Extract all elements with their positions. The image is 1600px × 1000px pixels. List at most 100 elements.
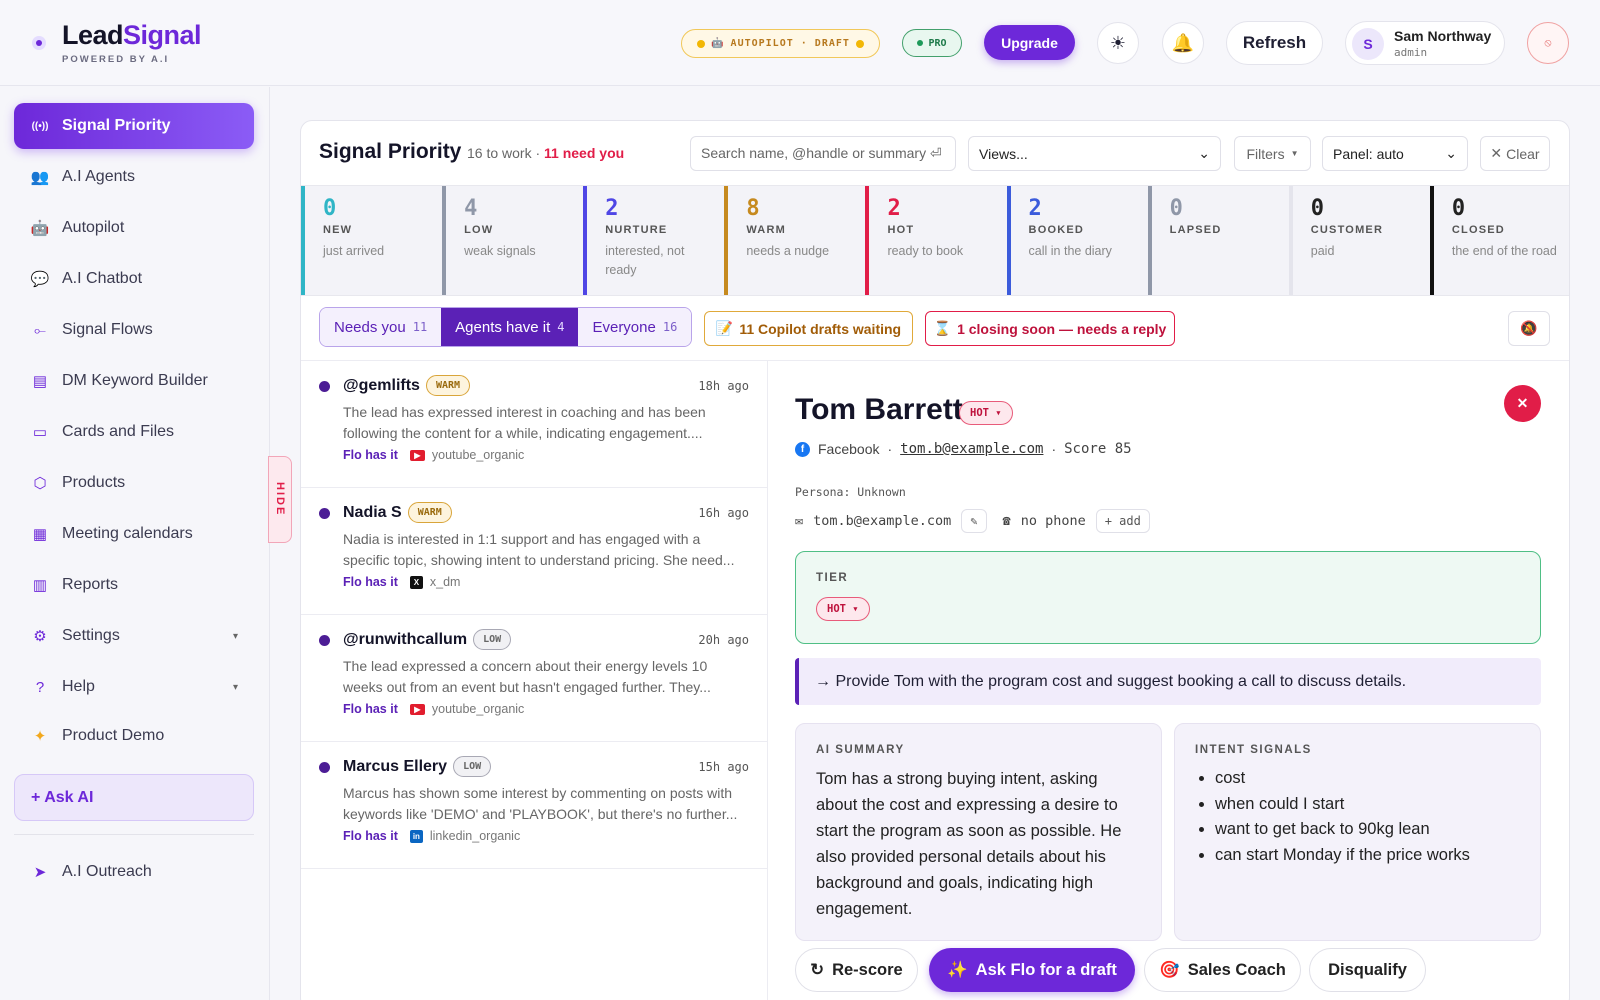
add-phone-button[interactable]: + add <box>1095 509 1150 533</box>
sidebar-item-settings[interactable]: ⚙ Settings ▾ <box>14 613 254 659</box>
copilot-drafts-button[interactable]: 📝 11 Copilot drafts waiting <box>704 311 913 346</box>
closing-soon-button[interactable]: ⌛ 1 closing soon — needs a reply <box>925 311 1175 346</box>
user-menu[interactable]: S Sam Northway admin <box>1345 21 1505 65</box>
lead-name: Tom Barrett <box>795 393 963 426</box>
sidebar-item-signal-priority[interactable]: ((•)) Signal Priority <box>14 103 254 149</box>
list-item[interactable]: @gemlifts WARM 18h ago The lead has expre… <box>301 361 767 488</box>
disqualify-button[interactable]: Disqualify <box>1309 948 1426 992</box>
tier-card: TIER HOT ▾ <box>795 551 1541 644</box>
users-icon: 👥 <box>30 169 50 186</box>
sidebar-item-reports[interactable]: ▥ Reports <box>14 562 254 608</box>
mute-alerts-button[interactable]: 🔕 <box>1508 311 1550 346</box>
memo-icon: 📝 <box>715 320 734 336</box>
close-icon: ✕ <box>1516 395 1529 411</box>
segment-agents-have-it[interactable]: Agents have it 4 <box>441 308 579 346</box>
flow-icon: ⟜ <box>33 321 46 339</box>
tier-dropdown[interactable]: HOT ▾ <box>959 401 1013 425</box>
stage-lapsed[interactable]: 0 LAPSED <box>1147 186 1289 295</box>
unread-dot-icon <box>319 508 330 519</box>
stage-closed[interactable]: 0 CLOSED the end of the road <box>1429 186 1569 295</box>
robot-icon: 🤖 <box>711 38 725 49</box>
sidebar-item-meeting-calendars[interactable]: ▦ Meeting calendars <box>14 511 254 557</box>
intent-signal: cost <box>1215 766 1520 792</box>
stage-new[interactable]: 0 NEW just arrived <box>301 186 442 295</box>
clear-button[interactable]: ✕ Clear <box>1480 136 1550 171</box>
stage-low[interactable]: 4 LOW weak signals <box>442 186 583 295</box>
theme-toggle-button[interactable]: ☀ <box>1097 22 1139 64</box>
status-dot-icon <box>697 39 706 48</box>
sidebar-item-product-demo[interactable]: ✦ Product Demo <box>14 713 254 759</box>
pencil-icon: ✎ <box>970 514 978 528</box>
notifications-button[interactable]: 🔔 <box>1162 22 1204 64</box>
panel-select[interactable]: Panel: auto ⌄ <box>1322 136 1468 171</box>
brand-logo[interactable]: LeadSignal <box>62 20 202 51</box>
stage-customer[interactable]: 0 CUSTOMER paid <box>1288 186 1430 295</box>
autopilot-status-badge[interactable]: 🤖 AUTOPILOT · DRAFT <box>681 29 880 58</box>
chat-icon: 💬 <box>30 271 50 288</box>
tier-badge: WARM <box>425 375 471 396</box>
chevron-down-icon: ⌄ <box>1198 145 1210 161</box>
tier-badge: LOW <box>453 756 492 777</box>
ask-ai-button[interactable]: + Ask AI <box>14 774 254 821</box>
document-icon: ▤ <box>32 373 48 390</box>
caret-down-icon: ▼ <box>1290 149 1299 158</box>
stop-icon: ⦸ <box>1544 36 1552 49</box>
signal-priority-panel: Signal Priority 16 to work · 11 need you… <box>300 120 1570 1000</box>
sidebar-item-cards-and-files[interactable]: ▭ Cards and Files <box>14 409 254 455</box>
segment-needs-you[interactable]: Needs you 11 <box>320 308 442 346</box>
search-input[interactable]: Search name, @handle or summary ⏎ <box>690 136 956 171</box>
list-item[interactable]: @runwithcallum LOW 20h ago The lead expre… <box>301 615 767 742</box>
views-select[interactable]: Views... ⌄ <box>968 136 1221 171</box>
list-item[interactable]: Marcus Ellery LOW 15h ago Marcus has show… <box>301 742 767 869</box>
sidebar-item-help[interactable]: ? Help ▾ <box>14 664 254 710</box>
send-icon: ➤ <box>33 864 47 881</box>
facebook-icon: f <box>795 441 810 457</box>
phone-icon: ☎ <box>1002 513 1011 529</box>
work-summary: 16 to work · 11 need you <box>467 145 625 161</box>
intent-signal: can start Monday if the price works <box>1215 843 1520 869</box>
brand-tagline: POWERED BY A.I <box>62 54 170 65</box>
edit-email-button[interactable]: ✎ <box>961 509 987 533</box>
user-role: admin <box>1394 46 1428 59</box>
list-item[interactable]: Nadia S WARM 16h ago Nadia is interested … <box>301 488 767 615</box>
refresh-button[interactable]: Refresh <box>1226 21 1323 65</box>
lead-score: Score 85 <box>1064 441 1132 457</box>
stop-button[interactable]: ⦸ <box>1527 22 1569 64</box>
upgrade-button[interactable]: Upgrade <box>984 25 1075 60</box>
sidebar-item-products[interactable]: ⬡ Products <box>14 460 254 506</box>
persona: Persona: Unknown <box>795 485 906 499</box>
stage-nurture[interactable]: 2 NURTURE interested, not ready <box>583 186 724 295</box>
chevron-down-icon: ▾ <box>232 630 238 642</box>
pro-badge: PRO <box>902 29 962 57</box>
lead-meta: f Facebook · tom.b@example.com · Score 8… <box>795 441 1132 457</box>
sidebar-item-autopilot[interactable]: 🤖 Autopilot <box>14 205 254 251</box>
segment-everyone[interactable]: Everyone 16 <box>578 308 692 346</box>
rescore-button[interactable]: ↻ Re-score <box>795 948 918 992</box>
hide-panel-tab[interactable]: HIDE <box>268 456 292 543</box>
filters-button[interactable]: Filters ▼ <box>1234 136 1311 171</box>
stage-strip: 0 NEW just arrived 4 LOW weak signals 2 NURTU… <box>301 185 1569 296</box>
help-icon: ? <box>35 678 45 696</box>
tier-select[interactable]: HOT ▾ <box>816 597 870 621</box>
sales-coach-button[interactable]: 🎯 Sales Coach <box>1144 948 1301 992</box>
sidebar-item-signal-flows[interactable]: ⟜ Signal Flows <box>14 307 254 353</box>
close-icon: ✕ <box>1490 145 1503 161</box>
page-title: Signal Priority <box>319 140 462 163</box>
email-link[interactable]: tom.b@example.com <box>900 441 1043 457</box>
close-detail-button[interactable]: ✕ <box>1504 385 1541 422</box>
bell-icon: 🔔 <box>1171 32 1195 53</box>
stage-warm[interactable]: 8 WARM needs a nudge <box>724 186 865 295</box>
sidebar-item-ai-chatbot[interactable]: 💬 A.I Chatbot <box>14 256 254 302</box>
sidebar-item-ai-outreach[interactable]: ➤ A.I Outreach <box>14 849 254 895</box>
sidebar-item-dm-keyword-builder[interactable]: ▤ DM Keyword Builder <box>14 358 254 404</box>
hourglass-icon: ⌛ <box>933 320 952 336</box>
sidebar-divider <box>14 834 254 835</box>
linkedin-icon: in <box>409 829 423 843</box>
stage-booked[interactable]: 2 BOOKED call in the diary <box>1006 186 1148 295</box>
sidebar-item-ai-agents[interactable]: 👥 A.I Agents <box>14 154 254 200</box>
ask-flo-draft-button[interactable]: ✨ Ask Flo for a draft <box>929 948 1135 992</box>
robot-icon: 🤖 <box>30 220 50 237</box>
ai-summary-card: AI SUMMARY Tom has a strong buying inten… <box>795 723 1162 941</box>
stage-hot[interactable]: 2 HOT ready to book <box>865 186 1006 295</box>
unread-dot-icon <box>319 381 330 392</box>
